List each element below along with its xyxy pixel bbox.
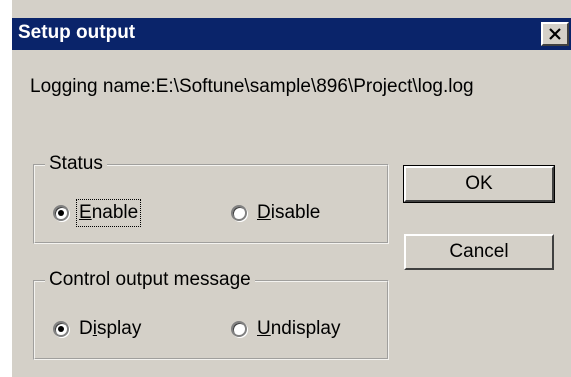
display-rest: splay <box>96 318 142 339</box>
disable-radio-label: Disable <box>257 202 320 224</box>
undisplay-radio-label: Undisplay <box>257 318 340 340</box>
undisplay-radio[interactable]: Undisplay <box>231 318 340 340</box>
title-bar[interactable]: Setup output <box>12 18 571 50</box>
radio-unselected-icon[interactable] <box>231 205 247 221</box>
disable-radio[interactable]: Disable <box>231 202 320 224</box>
window-edge <box>0 0 12 377</box>
control-output-group: Control output message Display Undisplay <box>33 269 389 360</box>
logging-name-label: Logging name:E:\Softune\sample\896\Proje… <box>30 76 474 97</box>
display-radio-label: Display <box>79 318 141 340</box>
disable-accel: D <box>257 202 271 223</box>
enable-rest: nable <box>91 202 139 223</box>
enable-radio-label: Enable <box>75 199 142 227</box>
enable-accel: E <box>79 202 92 223</box>
display-prefix: D <box>79 318 93 339</box>
cancel-button[interactable]: Cancel <box>404 234 554 270</box>
undisplay-rest: ndisplay <box>270 318 341 339</box>
close-icon <box>549 28 561 40</box>
undisplay-accel: U <box>257 318 271 339</box>
status-group: Status Enable Disable <box>33 153 389 244</box>
radio-selected-icon[interactable] <box>53 321 69 337</box>
control-output-group-legend: Control output message <box>45 269 255 291</box>
enable-radio[interactable]: Enable <box>53 199 142 227</box>
close-button[interactable] <box>541 22 569 46</box>
display-radio[interactable]: Display <box>53 318 141 340</box>
radio-selected-icon[interactable] <box>53 205 69 221</box>
status-group-legend: Status <box>45 153 107 175</box>
setup-output-dialog: Setup output Logging name:E:\Softune\sam… <box>0 0 571 377</box>
window-title: Setup output <box>18 22 136 43</box>
ok-button[interactable]: OK <box>403 165 555 203</box>
disable-rest: isable <box>270 202 321 223</box>
radio-unselected-icon[interactable] <box>231 321 247 337</box>
